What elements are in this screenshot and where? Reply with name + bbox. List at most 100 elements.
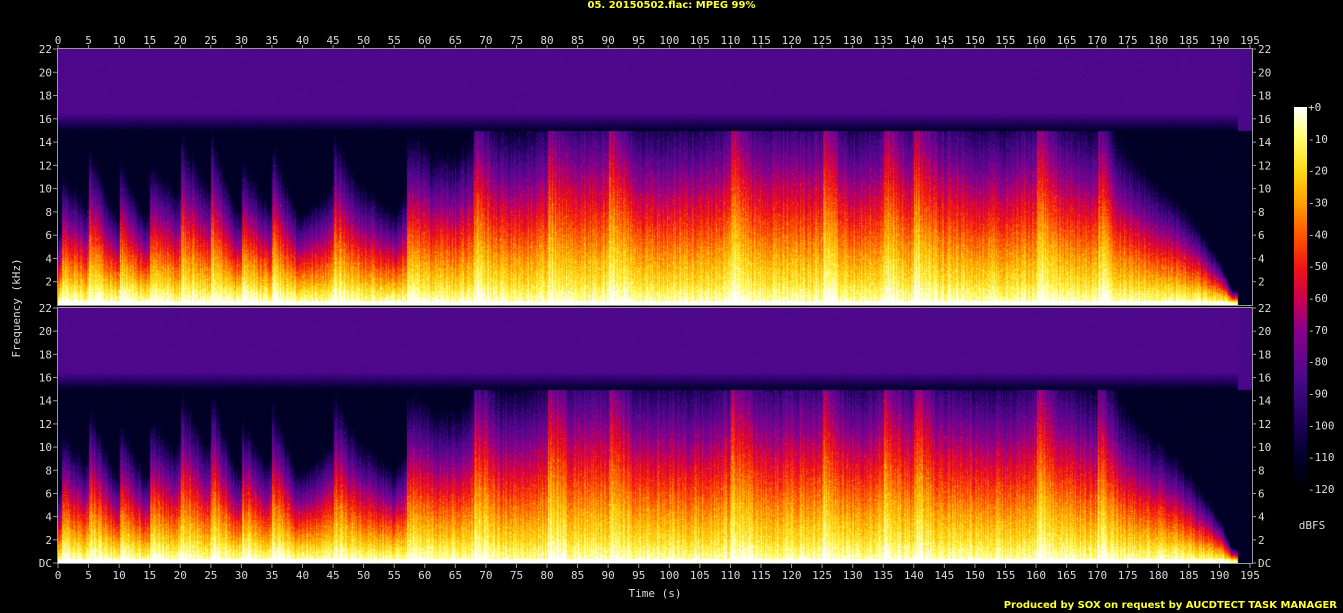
colorbar-tick-label: -110 (1308, 451, 1335, 464)
y-tick-label-left: 4 (45, 511, 52, 524)
x-tick-label-top: 185 (1179, 34, 1199, 47)
y-tick-label-right: 20 (1258, 325, 1271, 338)
y-tick-label-right: 8 (1258, 464, 1265, 477)
y-tick-label-right: 12 (1258, 159, 1271, 172)
x-tick-label-top: 25 (204, 34, 217, 47)
x-tick-label-bottom: 100 (659, 569, 679, 582)
x-tick-label-bottom: 130 (843, 569, 863, 582)
y-tick-label-left: DC (39, 557, 52, 570)
x-tick-label-top: 170 (1087, 34, 1107, 47)
x-tick-label-top: 130 (843, 34, 863, 47)
x-tick-label-bottom: 50 (357, 569, 370, 582)
y-tick-label-left: 16 (39, 113, 52, 126)
x-tick-label-top: 15 (143, 34, 156, 47)
x-tick-label-top: 160 (1026, 34, 1046, 47)
x-tick-label-top: 35 (265, 34, 278, 47)
x-tick-label-top: 180 (1148, 34, 1168, 47)
y-tick-label-right: 10 (1258, 441, 1271, 454)
x-tick-label-top: 100 (659, 34, 679, 47)
y-tick-label-left: 20 (39, 325, 52, 338)
axes: 0055101015152020252530303535404045455050… (10, 34, 1335, 600)
colorbar-tick-label: -120 (1308, 483, 1335, 496)
y-tick-label-left: 14 (39, 395, 53, 408)
x-tick-label-top: 195 (1240, 34, 1260, 47)
x-tick-label-bottom: 155 (996, 569, 1016, 582)
y-tick-label-right: 18 (1258, 348, 1271, 361)
y-tick-label-left: 20 (39, 66, 52, 79)
x-tick-label-bottom: 80 (540, 569, 553, 582)
x-tick-label-top: 120 (782, 34, 802, 47)
y-tick-label-right: 4 (1258, 252, 1265, 265)
x-tick-label-top: 60 (418, 34, 431, 47)
x-tick-label-bottom: 115 (751, 569, 771, 582)
x-tick-label-top: 165 (1057, 34, 1077, 47)
colorbar-tick-label: -100 (1308, 419, 1335, 432)
colorbar-tick-label: -80 (1308, 356, 1328, 369)
y-tick-label-left: 8 (45, 464, 52, 477)
y-tick-label-right: 14 (1258, 395, 1272, 408)
x-tick-label-bottom: 160 (1026, 569, 1046, 582)
colorbar-tick-label: -70 (1308, 324, 1328, 337)
x-tick-label-top: 115 (751, 34, 771, 47)
y-tick-label-left: 18 (39, 90, 52, 103)
x-tick-label-top: 5 (85, 34, 92, 47)
y-tick-label-right: 14 (1258, 136, 1272, 149)
x-tick-label-bottom: 75 (510, 569, 523, 582)
x-tick-label-bottom: 105 (690, 569, 710, 582)
y-tick-label-left: 6 (45, 229, 52, 242)
plot-frame-1 (57, 48, 1253, 306)
colorbar-tick-label: -30 (1308, 197, 1328, 210)
y-tick-label-left: 2 (45, 276, 52, 289)
x-tick-label-bottom: 125 (812, 569, 832, 582)
y-tick-label-left: 2 (45, 534, 52, 547)
colorbar-tick-label: -40 (1308, 228, 1328, 241)
x-tick-label-bottom: 150 (965, 569, 985, 582)
x-tick-label-top: 145 (934, 34, 954, 47)
x-tick-label-bottom: 190 (1209, 569, 1229, 582)
x-tick-label-bottom: 40 (296, 569, 309, 582)
colorbar-tick-label: +0 (1308, 101, 1321, 114)
y-tick-label-left: 18 (39, 348, 52, 361)
y-tick-label-right: 6 (1258, 487, 1265, 500)
x-tick-label-bottom: 90 (602, 569, 615, 582)
y-tick-label-right: 18 (1258, 90, 1271, 103)
x-tick-label-top: 90 (602, 34, 615, 47)
x-tick-label-bottom: 0 (55, 569, 62, 582)
y-tick-label-left: 4 (45, 252, 52, 265)
x-tick-label-bottom: 15 (143, 569, 156, 582)
x-tick-label-bottom: 55 (388, 569, 401, 582)
y-tick-label-right: 6 (1258, 229, 1265, 242)
credit-text: Produced by SOX on request by AUCDTECT T… (1003, 600, 1337, 611)
colorbar-tick-label: -10 (1308, 133, 1328, 146)
x-tick-label-top: 45 (326, 34, 339, 47)
y-tick-label-left: 10 (39, 441, 52, 454)
x-tick-label-bottom: 180 (1148, 569, 1168, 582)
y-tick-label-left: 12 (39, 159, 52, 172)
x-tick-label-top: 135 (873, 34, 893, 47)
y-tick-label-left: 6 (45, 487, 52, 500)
x-tick-label-bottom: 135 (873, 569, 893, 582)
x-tick-label-bottom: 85 (571, 569, 584, 582)
y-tick-label-left: 16 (39, 372, 52, 385)
x-tick-label-top: 140 (904, 34, 924, 47)
x-tick-label-bottom: 185 (1179, 569, 1199, 582)
x-tick-label-top: 10 (113, 34, 126, 47)
y-tick-label-right: 20 (1258, 66, 1271, 79)
x-tick-label-top: 75 (510, 34, 523, 47)
y-tick-label-right: 22 (1258, 43, 1271, 56)
x-tick-label-bottom: 195 (1240, 569, 1260, 582)
x-tick-label-bottom: 95 (632, 569, 645, 582)
x-axis-label: Time (s) (629, 587, 682, 600)
colorbar-tick-label: -50 (1308, 260, 1328, 273)
x-tick-label-top: 40 (296, 34, 309, 47)
x-tick-label-top: 175 (1118, 34, 1138, 47)
colorbar-tick-label: -20 (1308, 165, 1328, 178)
x-tick-label-top: 155 (996, 34, 1016, 47)
colorbar-tick-label: -90 (1308, 388, 1328, 401)
x-tick-label-top: 30 (235, 34, 248, 47)
x-tick-label-bottom: 165 (1057, 569, 1077, 582)
x-tick-label-bottom: 70 (479, 569, 492, 582)
x-tick-label-top: 105 (690, 34, 710, 47)
y-tick-label-left: 12 (39, 418, 52, 431)
x-tick-label-top: 0 (55, 34, 62, 47)
